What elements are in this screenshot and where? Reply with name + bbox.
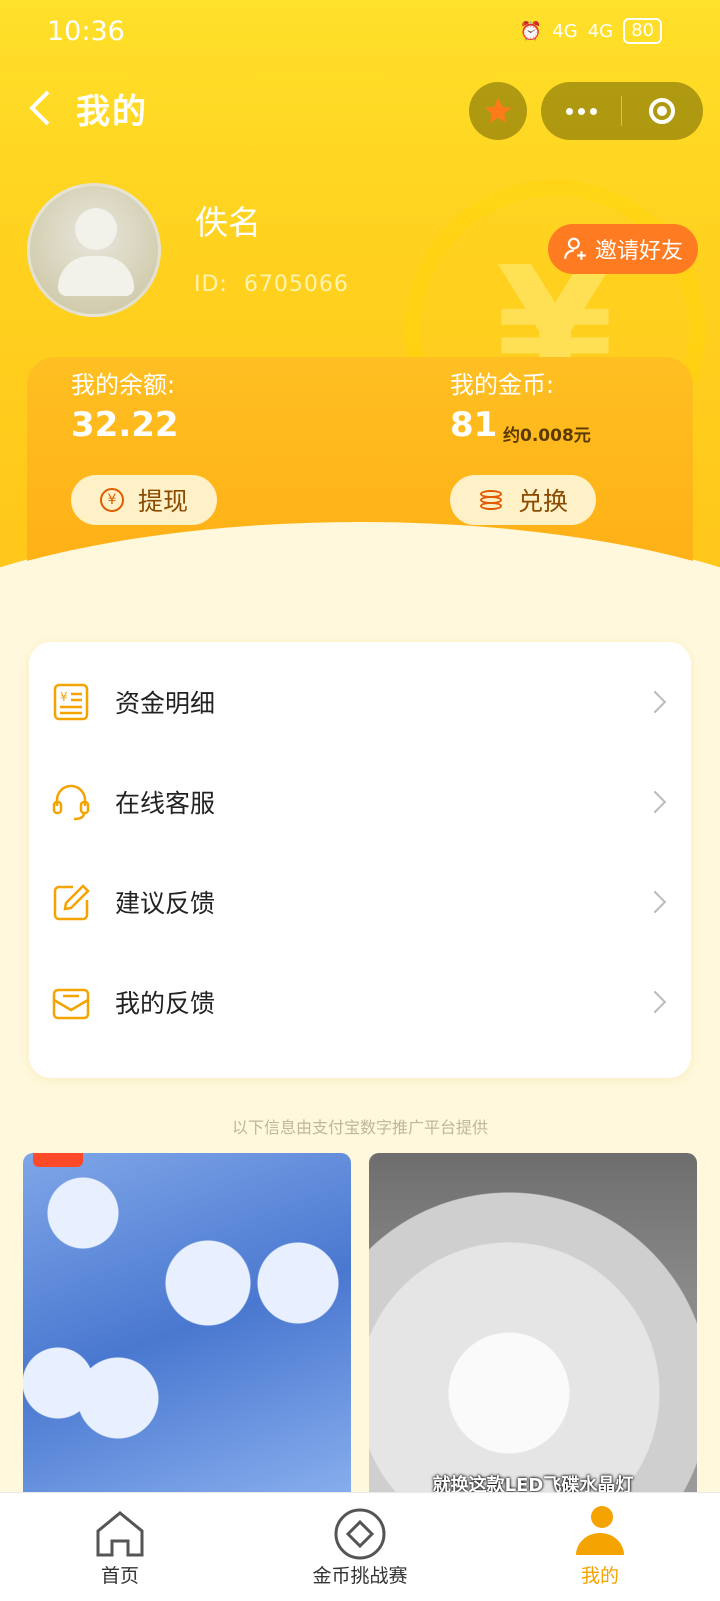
target-icon [649,98,675,124]
tab-home[interactable]: 首页 [0,1493,240,1601]
tab-bar: 首页 金币挑战赛 我的 [0,1492,720,1601]
balance-label: 我的余额: [71,371,176,399]
star-icon [484,97,512,123]
user-id: ID: 6705066 [194,272,349,297]
menu-item-label: 我的反馈 [115,989,216,1018]
page-title: 我的 [76,92,148,132]
tab-label: 首页 [100,1565,139,1587]
svg-text:¥: ¥ [60,690,68,704]
diamond-icon [334,1508,386,1560]
more-button[interactable] [541,107,621,115]
alarm-icon: ⏰ [519,20,543,42]
chevron-right-icon [643,690,667,714]
yen-icon: ¥ [99,488,124,512]
status-icons: ⏰ 4G 4G 80 [520,18,662,44]
signal-icon: 4G [587,20,614,42]
inbox-icon [52,988,90,1020]
invite-label: 邀请好友 [594,239,683,264]
coins-label: 我的金币: [450,371,555,399]
close-miniapp-button[interactable] [622,98,702,124]
status-bar: 10:36 ⏰ 4G 4G 80 [0,0,720,64]
product-card[interactable]: 就换这款LED飞碟水晶灯 [369,1153,697,1503]
menu-item-suggestion-feedback[interactable]: 建议反馈 [29,852,691,952]
menu-item-fund-details[interactable]: ¥ 资金明细 [29,652,691,752]
ad-tag [33,1153,83,1167]
chevron-right-icon [643,890,667,914]
receipt-icon: ¥ [53,683,89,721]
invite-friends-button[interactable]: 邀请好友 [548,224,698,274]
tab-mine[interactable]: 我的 [480,1493,720,1601]
user-name: 佚名 [195,203,261,242]
add-user-icon [564,237,586,260]
menu-item-label: 资金明细 [115,689,216,718]
menu-item-label: 建议反馈 [115,889,216,918]
menu-card: ¥ 资金明细 在线客服 建议反馈 我的反馈 [29,642,691,1078]
chevron-right-icon [643,990,667,1014]
exchange-button[interactable]: 兑换 [450,475,596,525]
avatar[interactable] [27,183,161,317]
chevron-right-icon [643,790,667,814]
withdraw-label: 提现 [137,487,188,516]
user-icon [576,1506,624,1555]
coins-approx: 约0.008元 [503,426,591,446]
home-icon [96,1511,144,1557]
battery-icon: 80 [623,18,662,44]
tab-label: 金币挑战赛 [312,1565,408,1587]
menu-item-my-feedback[interactable]: 我的反馈 [29,952,691,1052]
wallet-card: 我的余额: 32.22 ¥ 提现 我的金币: 81 约0.008元 兑换 [27,357,693,597]
tab-label: 我的 [580,1565,619,1587]
miniapp-capsule [541,82,703,140]
favorite-button[interactable] [469,82,527,140]
status-time: 10:36 [47,16,125,47]
product-card[interactable] [23,1153,351,1503]
ad-notice: 以下信息由支付宝数字推广平台提供 [231,1118,488,1137]
back-icon[interactable] [26,88,62,128]
tab-coin-challenge[interactable]: 金币挑战赛 [240,1493,480,1601]
coins-value: 81 [450,405,498,445]
exchange-label: 兑换 [517,487,568,516]
coins-icon [478,488,504,512]
headset-icon [52,784,90,821]
edit-icon [53,884,90,921]
menu-item-customer-service[interactable]: 在线客服 [29,752,691,852]
balance-value: 32.22 [71,405,179,445]
nav-bar: 我的 [0,78,720,144]
menu-item-label: 在线客服 [115,789,216,818]
withdraw-button[interactable]: ¥ 提现 [71,475,217,525]
signal-icon: 4G [552,20,578,42]
